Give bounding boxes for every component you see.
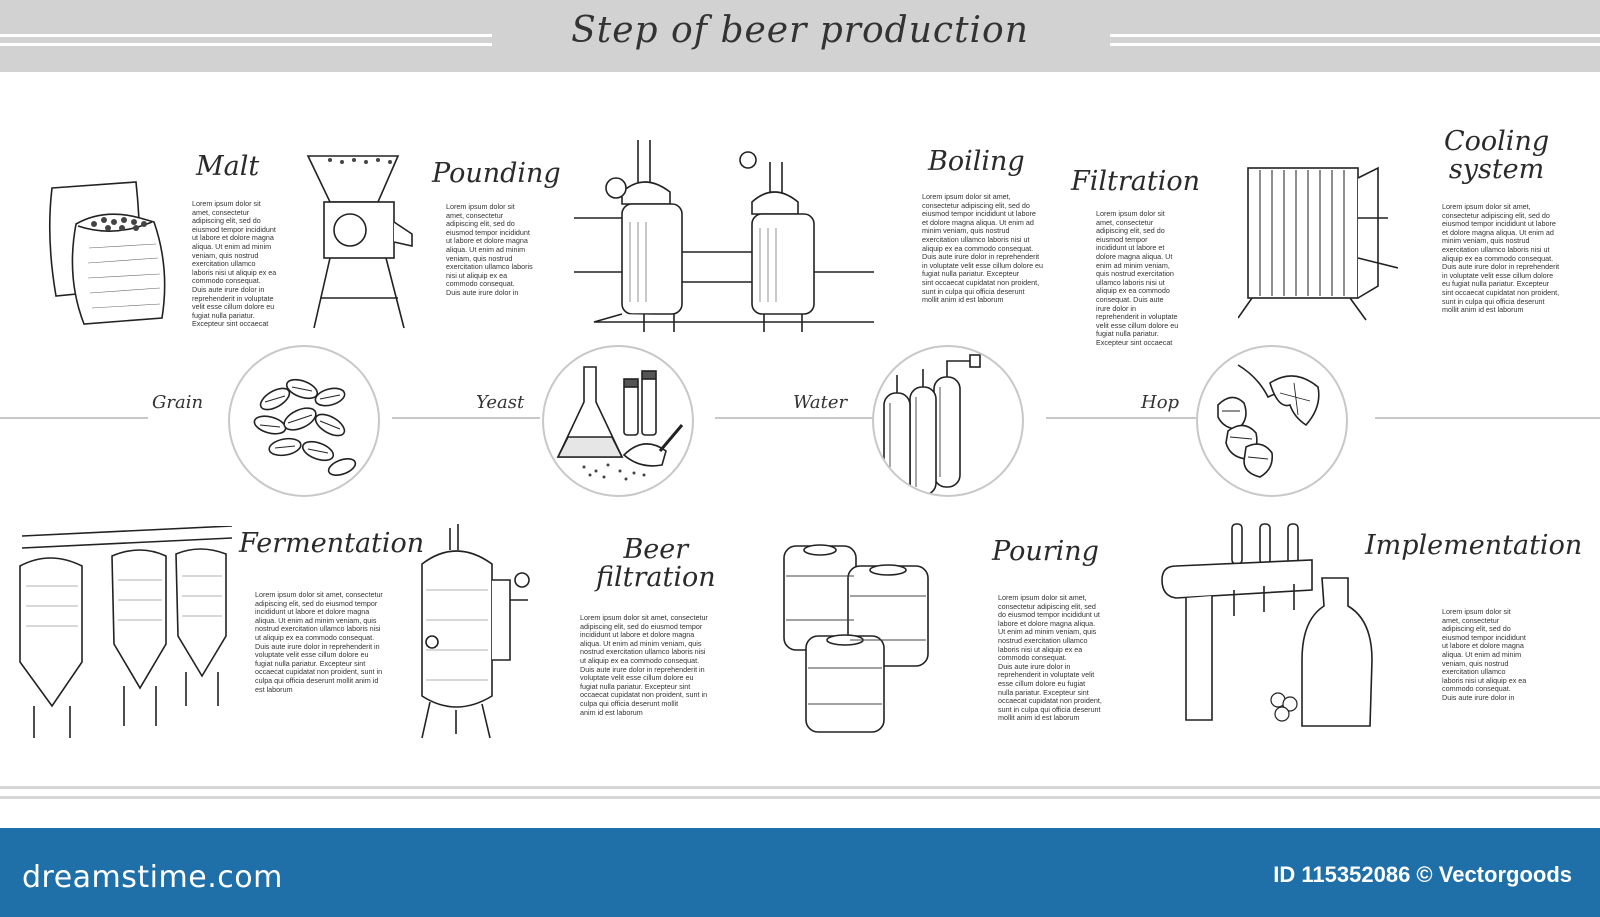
grain-mill-icon: [300, 150, 420, 340]
step-text-fermentation: Lorem ipsum dolor sit amet, consectetur …: [255, 590, 383, 694]
divider-line: [1375, 417, 1600, 419]
filter-press-icon: [1237, 158, 1399, 333]
step-text-implementation: Lorem ipsum dolor sit amet, consectetur …: [1442, 607, 1527, 702]
step-title-fermentation: Fermentation: [239, 528, 425, 559]
step-title-implementation: Implementation: [1365, 530, 1583, 561]
page-title: Step of beer production: [571, 10, 1029, 51]
step-title-pounding: Pounding: [432, 158, 561, 189]
image-credit: ID 115352086 © Vectorgoods: [1273, 862, 1572, 887]
step-title-malt: Malt: [196, 151, 260, 182]
step-text-malt: Lorem ipsum dolor sit amet, consectetur …: [192, 199, 277, 329]
water-cylinders-icon: [872, 345, 1024, 497]
divider-line: [392, 417, 540, 419]
divider-line: [0, 417, 148, 419]
step-text-boiling: Lorem ipsum dolor sit amet, consectetur …: [922, 192, 1044, 305]
step-text-beer-filtration: Lorem ipsum dolor sit amet, consectetur …: [580, 613, 708, 717]
yeast-flask-icon: [542, 345, 694, 497]
bottom-rule: [0, 796, 1600, 799]
brew-kettles-icon: [574, 132, 884, 342]
ingredient-label-water: Water: [793, 392, 848, 413]
malt-sacks-icon: [44, 178, 190, 333]
beer-kegs-icon: [778, 536, 938, 741]
fermentation-tanks-icon: [12, 525, 237, 753]
grain-icon: [228, 345, 380, 497]
ingredient-label-grain: Grain: [152, 392, 204, 413]
step-text-pounding: Lorem ipsum dolor sit amet, consectetur …: [446, 202, 533, 297]
hop-icon: [1196, 345, 1348, 497]
step-title-cooling-system: Cooling system: [1444, 126, 1550, 185]
step-title-pouring: Pouring: [992, 536, 1099, 567]
header-band: Step of beer production: [0, 0, 1600, 72]
ingredient-label-hop: Hop: [1141, 392, 1180, 413]
step-text-cooling-system: Lorem ipsum dolor sit amet, consectetur …: [1442, 202, 1560, 315]
step-title-boiling: Boiling: [928, 146, 1025, 177]
step-title-beer-filtration: Beer filtration: [596, 534, 716, 593]
step-title-filtration: Filtration: [1071, 166, 1200, 197]
step-text-filtration: Lorem ipsum dolor sit amet, consectetur …: [1096, 209, 1179, 347]
step-text-pouring: Lorem ipsum dolor sit amet, consectetur …: [998, 593, 1102, 723]
divider-line: [715, 417, 877, 419]
divider-line: [1046, 417, 1196, 419]
brand-logo-text: dreamstime.com: [22, 860, 283, 895]
ingredient-label-yeast: Yeast: [476, 392, 525, 413]
bottom-rule: [0, 786, 1600, 789]
filtration-tank-icon: [410, 520, 540, 750]
